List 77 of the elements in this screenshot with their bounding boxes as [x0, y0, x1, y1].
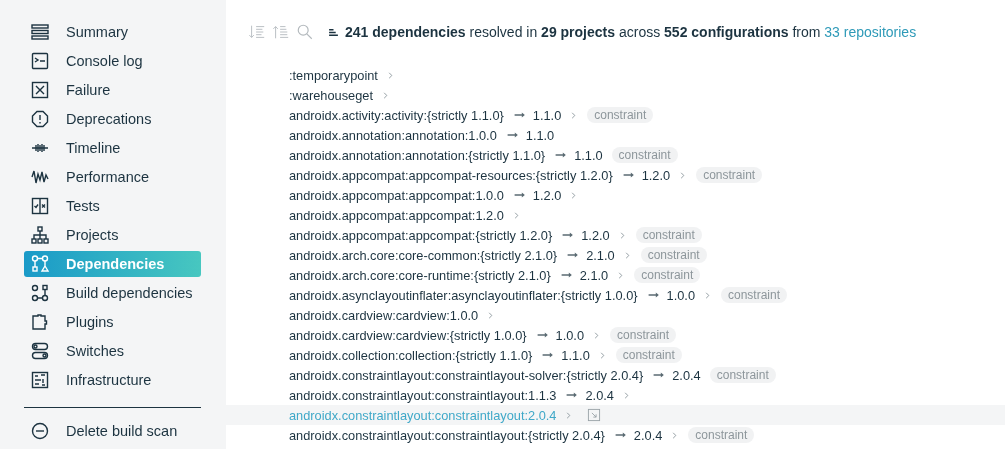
resolved-version: 1.2.0 — [641, 167, 671, 183]
dependency-name[interactable]: androidx.constraintlayout:constraintlayout:{strictly 2.0.4} — [289, 427, 605, 443]
bars-icon — [328, 26, 339, 38]
dependency-name[interactable]: androidx.arch.core:core-common:{strictly 2.1.0} — [289, 247, 558, 263]
resolved-version: 1.0.0 — [555, 327, 585, 343]
resolved-version: 2.0.4 — [633, 427, 663, 443]
dependency-name[interactable]: androidx.appcompat:appcompat-resources:{strictly 1.2.0} — [289, 167, 613, 183]
toggles-icon — [30, 341, 50, 361]
constraint-tag: constraint — [634, 267, 701, 283]
x-square-icon — [30, 80, 50, 100]
sidebar-item[interactable]: Deprecations — [24, 106, 201, 132]
sidebar-item[interactable]: Timeline — [24, 135, 201, 161]
resolved-version: 1.0.0 — [666, 287, 695, 303]
resolved-version: 1.2.0 — [581, 227, 610, 243]
search-icon — [296, 23, 314, 41]
constraint-tag: constraint — [587, 107, 654, 123]
dependency-name[interactable]: androidx.appcompat:appcompat:{strictly 1.2.0} — [289, 227, 553, 243]
constraint-tag: constraint — [615, 347, 682, 363]
dependency-name[interactable]: androidx.appcompat:appcompat:1.2.0 — [289, 207, 504, 223]
resolved-version: 2.0.4 — [585, 387, 614, 403]
resolved-version: 1.1.0 — [525, 127, 555, 143]
list-icon — [30, 22, 50, 42]
sidebar-item[interactable]: Projects — [24, 222, 201, 248]
constraint-tag: constraint — [640, 247, 707, 263]
gear-graph-icon — [30, 283, 50, 303]
terminal-icon — [30, 51, 50, 71]
constraint-tag: constraint — [688, 427, 755, 443]
tests-icon — [30, 196, 50, 216]
dependency-name[interactable]: androidx.asynclayoutinflater:asynclayoutinflater:{strictly 1.0.0} — [289, 287, 638, 303]
dependency-name[interactable]: androidx.cardview:cardview:{strictly 1.0.0} — [289, 327, 527, 343]
dependency-name[interactable]: androidx.cardview:cardview:1.0.0 — [289, 307, 479, 323]
summary-text: 241 dependencies resolved in 29 projects across 552 configurations from 33 repositories — [345, 24, 917, 40]
search-button[interactable] — [296, 23, 314, 41]
delete-button[interactable]: Delete build scan — [24, 418, 201, 444]
dependency-name[interactable]: androidx.constraintlayout:constraintlayout:1.1.3 — [289, 387, 557, 403]
dependency-name[interactable]: :warehouseget — [289, 87, 373, 103]
minus-circle-icon — [30, 421, 50, 441]
resolved-version: 1.1.0 — [561, 347, 590, 363]
dependency-name[interactable]: androidx.annotation:annotation:1.0.0 — [289, 127, 497, 143]
resolved-version: 1.1.0 — [574, 147, 603, 163]
constraint-tag: constraint — [696, 167, 763, 183]
dependency-name[interactable]: androidx.activity:activity:{strictly 1.1.0} — [289, 107, 504, 123]
sidebar-item[interactable]: Performance — [24, 164, 201, 190]
resolved-version: 1.1.0 — [532, 107, 562, 123]
hierarchy-icon — [30, 225, 50, 245]
sidebar-item[interactable]: Plugins — [24, 309, 201, 335]
dependency-graph-icon — [30, 254, 50, 274]
resolved-version: 1.2.0 — [532, 187, 562, 203]
dependency-name[interactable]: androidx.arch.core:core-runtime:{strictly 2.1.0} — [289, 267, 551, 283]
sidebar-item[interactable]: Console log — [24, 48, 201, 74]
dependency-name[interactable]: androidx.collection:collection:{strictly 1.1.0} — [289, 347, 533, 363]
sidebar-item[interactable]: Failure — [24, 77, 201, 103]
sidebar-item[interactable]: Tests — [24, 193, 201, 219]
sort-descending-button[interactable] — [248, 23, 266, 41]
constraint-tag: constraint — [610, 327, 677, 343]
dependency-name[interactable]: :temporarypoint — [289, 67, 378, 83]
constraint-tag: constraint — [721, 287, 788, 303]
constraint-tag: constraint — [611, 147, 678, 163]
dependency-name[interactable]: androidx.constraintlayout:constraintlayout-solver:{strictly 2.0.4} — [289, 367, 644, 383]
circuit-board-icon — [30, 370, 50, 390]
sort-descending-icon — [248, 23, 266, 41]
sidebar-item[interactable]: Infrastructure — [24, 367, 201, 393]
constraint-tag: constraint — [709, 367, 776, 383]
expand-icon — [587, 408, 602, 422]
constraint-tag: constraint — [635, 227, 702, 243]
dependency-name[interactable]: androidx.appcompat:appcompat:1.0.0 — [289, 187, 504, 203]
sort-ascending-button[interactable] — [272, 23, 290, 41]
dependency-name[interactable]: androidx.annotation:annotation:{strictly 1.1.0} — [289, 147, 546, 163]
warning-icon — [30, 109, 50, 129]
puzzle-icon — [30, 312, 50, 332]
resolved-version: 2.1.0 — [579, 267, 609, 283]
resolved-version: 2.1.0 — [586, 247, 615, 263]
sidebar-item[interactable]: Summary — [24, 19, 201, 45]
resolved-version: 2.0.4 — [672, 367, 701, 383]
sidebar-item[interactable]: Switches — [24, 338, 201, 364]
sort-ascending-icon — [272, 23, 290, 41]
sidebar-item[interactable]: Build dependencies — [24, 280, 201, 306]
